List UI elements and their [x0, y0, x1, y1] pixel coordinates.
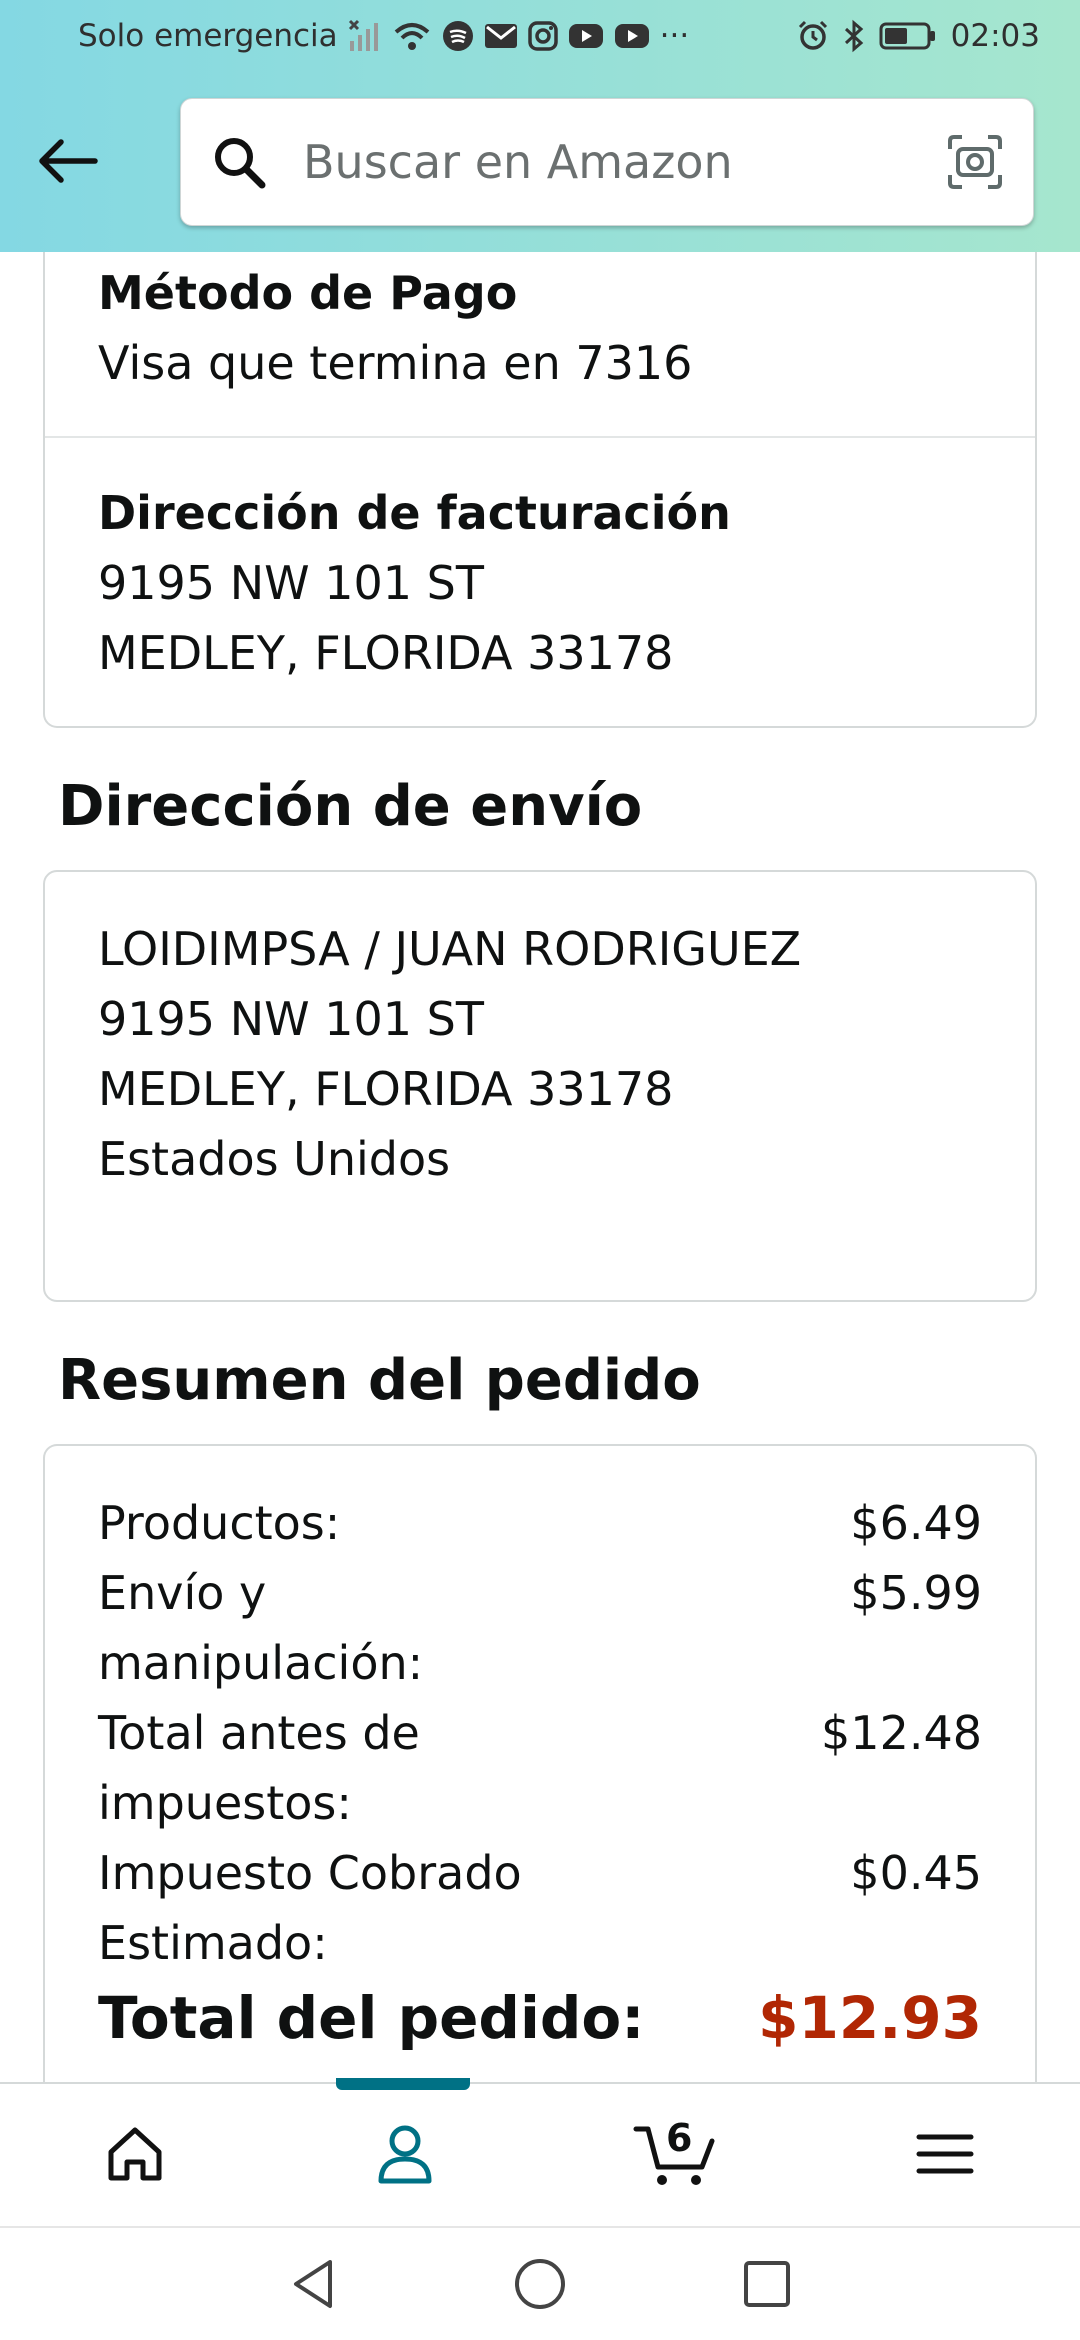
order-total-label: Total del pedido: — [98, 1984, 645, 2052]
spotify-icon — [442, 20, 474, 52]
wifi-icon — [392, 20, 432, 52]
bluetooth-icon — [843, 19, 865, 53]
summary-row-value: $12.48 — [821, 1706, 982, 1760]
carrier-text: Solo emergencia — [78, 18, 338, 54]
summary-row-value: $6.49 — [850, 1496, 982, 1550]
overflow-dots: ··· — [659, 18, 690, 54]
payment-card: Método de Pago Visa que termina en 7316 … — [43, 252, 1037, 728]
nav-home[interactable] — [0, 2084, 270, 2224]
billing-address-line: 9195 NW 101 ST — [98, 556, 484, 610]
home-icon — [108, 2127, 162, 2181]
bottom-nav — [0, 2078, 1080, 2224]
billing-address-label: Dirección de facturación — [98, 486, 731, 540]
system-recents-button[interactable] — [727, 2244, 807, 2324]
payment-method-section: Método de Pago Visa que termina en 7316 — [45, 258, 1035, 398]
triangle-back-icon — [294, 2260, 333, 2308]
summary-row-value: $0.45 — [850, 1846, 982, 1900]
youtube-icon — [568, 22, 604, 50]
nav-menu[interactable] — [810, 2084, 1080, 2224]
shipping-address: LOIDIMPSA / JUAN RODRIGUEZ 9195 NW 101 S… — [45, 914, 1035, 1194]
status-bar: Solo emergencia ··· 02:03 — [0, 0, 1080, 72]
order-summary-title: Resumen del pedido — [58, 1348, 701, 1413]
summary-row: Impuesto Cobrado Estimado: $0.45 — [98, 1838, 982, 1978]
back-button[interactable] — [30, 126, 106, 196]
system-home-button[interactable] — [500, 2244, 580, 2324]
account-icon — [378, 2125, 432, 2184]
app-header: Solo emergencia ··· 02:03 Buscar en Amaz… — [0, 0, 1080, 252]
order-total-row: Total del pedido: $12.93 — [98, 1978, 982, 2058]
summary-row-label: Envío y manipulación: — [98, 1566, 424, 1690]
summary-row: Productos: $6.49 — [98, 1488, 982, 1558]
summary-row-label: Productos: — [98, 1496, 341, 1550]
nav-account[interactable] — [270, 2084, 540, 2224]
payment-method-label: Método de Pago — [98, 266, 518, 320]
shipping-address-line: MEDLEY, FLORIDA 33178 — [98, 1062, 674, 1116]
summary-row-label: Impuesto Cobrado Estimado: — [98, 1846, 522, 1970]
cart-count-badge: 6 — [666, 2116, 693, 2160]
instagram-icon — [527, 21, 558, 51]
status-left: Solo emergencia ··· — [78, 18, 689, 54]
battery-icon — [879, 21, 937, 51]
shipping-address-line: Estados Unidos — [98, 1132, 451, 1186]
square-recents-icon — [743, 2261, 790, 2307]
billing-address-line: MEDLEY, FLORIDA 33178 — [98, 626, 674, 680]
search-icon — [209, 132, 269, 192]
shipping-address-line: LOIDIMPSA / JUAN RODRIGUEZ — [98, 922, 802, 976]
order-total-value: $12.93 — [758, 1984, 982, 2052]
menu-icon — [916, 2134, 974, 2174]
summary-row: Total antes de impuestos: $12.48 — [98, 1698, 982, 1838]
search-bar[interactable] — [180, 98, 1034, 226]
summary-row-label: Total antes de impuestos: — [98, 1706, 420, 1830]
clock-text: 02:03 — [950, 18, 1040, 54]
divider — [45, 436, 1035, 438]
no-signal-icon — [348, 19, 382, 53]
status-right: 02:03 — [797, 18, 1040, 54]
circle-home-icon — [514, 2259, 565, 2309]
youtube-icon — [614, 22, 650, 50]
camera-scan-icon[interactable] — [943, 130, 1007, 194]
mail-icon — [484, 22, 518, 50]
system-back-button[interactable] — [273, 2244, 353, 2324]
back-arrow-icon — [39, 139, 98, 183]
shipping-address-line: 9195 NW 101 ST — [98, 992, 484, 1046]
shipping-address-card: LOIDIMPSA / JUAN RODRIGUEZ 9195 NW 101 S… — [43, 870, 1037, 1302]
system-nav-bar — [0, 2226, 1080, 2340]
billing-address-section: Dirección de facturación 9195 NW 101 ST … — [45, 478, 1035, 688]
summary-row: Envío y manipulación: $5.99 — [98, 1558, 982, 1698]
search-input[interactable] — [303, 135, 943, 189]
payment-method-value: Visa que termina en 7316 — [98, 336, 693, 390]
alarm-icon — [797, 20, 829, 52]
summary-row-value: $5.99 — [850, 1566, 982, 1620]
order-summary-card: Productos: $6.49 Envío y manipulación: $… — [43, 1444, 1037, 2084]
shipping-title: Dirección de envío — [58, 774, 643, 839]
